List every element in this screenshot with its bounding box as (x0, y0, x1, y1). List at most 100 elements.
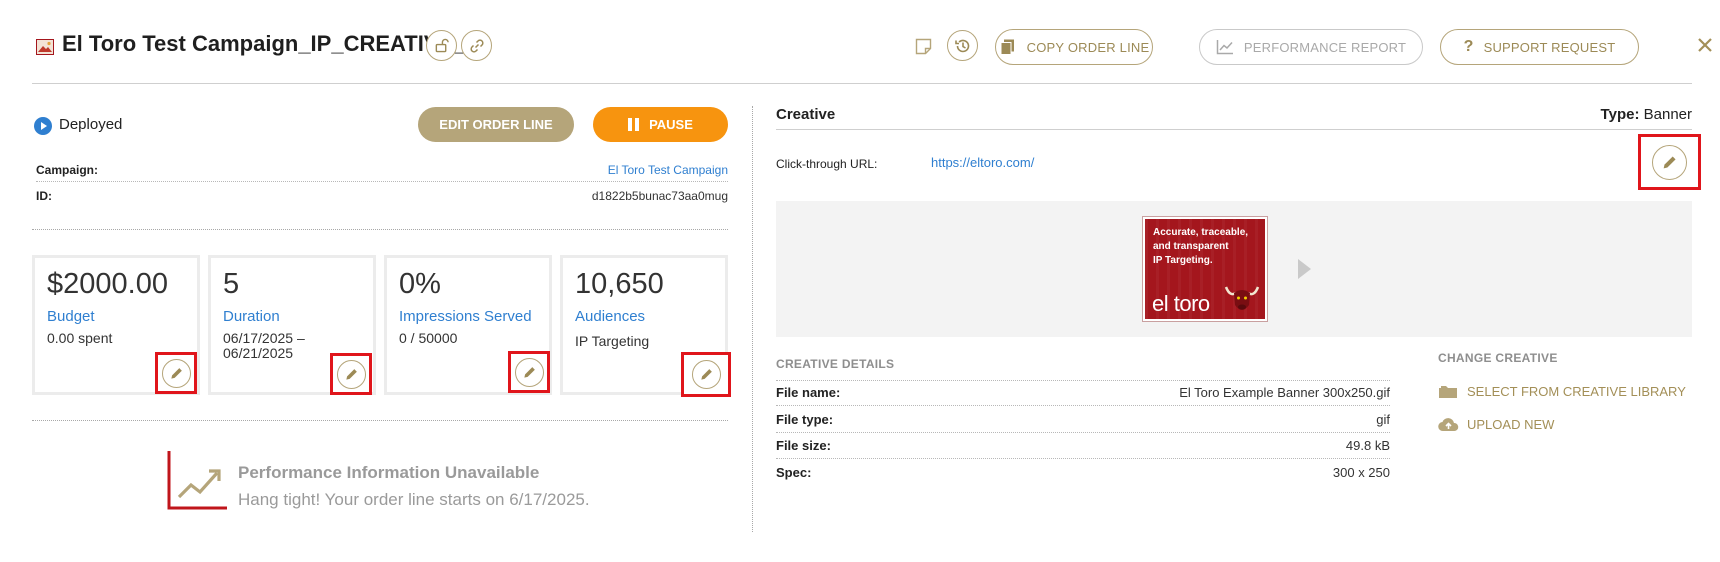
banner-text: Accurate, traceable, and transparent IP … (1153, 226, 1248, 268)
select-creative-library-link[interactable]: SELECT FROM CREATIVE LIBRARY (1438, 383, 1686, 400)
pencil-icon (170, 367, 182, 379)
pause-icon (628, 118, 640, 131)
unlock-icon (435, 38, 449, 53)
detail-row: File name: El Toro Example Banner 300x25… (776, 380, 1390, 406)
question-icon: ? (1463, 38, 1474, 55)
spec-value: 300 x 250 (1332, 464, 1390, 480)
click-through-label: Click-through URL: (776, 157, 878, 171)
detail-row: File type: gif (776, 407, 1390, 433)
edit-audiences-circle (691, 360, 721, 389)
banner-line-3: IP Targeting. (1153, 255, 1213, 266)
cloud-upload-icon (1438, 418, 1459, 432)
next-creative-arrow-icon[interactable] (1298, 259, 1311, 279)
banner-logo: el toro (1152, 291, 1210, 316)
creative-type-label: Type: (1600, 106, 1640, 123)
pencil-icon (523, 366, 535, 378)
pause-label: PAUSE (649, 117, 693, 132)
detail-row: Spec: 300 x 250 (776, 459, 1390, 485)
creative-details-heading: CREATIVE DETAILS (776, 357, 895, 371)
id-row: ID: d1822b5bunac73aa0mug (36, 184, 728, 208)
file-size-label: File size: (776, 438, 831, 453)
divider (32, 420, 728, 421)
copy-order-line-label: COPY ORDER LINE (1026, 39, 1150, 55)
lock-button[interactable] (426, 30, 457, 61)
creative-banner-image[interactable]: Accurate, traceable, and transparent IP … (1142, 216, 1268, 322)
copy-icon (1000, 39, 1014, 55)
edit-audiences-button[interactable] (681, 352, 731, 397)
file-name-label: File name: (776, 385, 841, 400)
pause-button[interactable]: PAUSE (593, 107, 728, 142)
bull-icon (1224, 286, 1260, 310)
select-creative-library-label: SELECT FROM CREATIVE LIBRARY (1467, 384, 1686, 399)
support-request-button[interactable]: ? SUPPORT REQUEST (1440, 29, 1639, 65)
campaign-label: Campaign: (36, 162, 99, 177)
banner-line-2: and transparent (1153, 241, 1229, 252)
impressions-count: 0 / 50000 (399, 330, 458, 346)
edit-creative-button[interactable] (1638, 134, 1701, 190)
performance-unavailable-title: Performance Information Unavailable (238, 463, 540, 482)
change-creative-heading: CHANGE CREATIVE (1438, 351, 1558, 365)
id-value: d1822b5bunac73aa0mug (591, 189, 728, 203)
creative-preview: Accurate, traceable, and transparent IP … (776, 201, 1692, 337)
pencil-icon (700, 369, 712, 380)
click-through-url[interactable]: https://eltoro.com/ (931, 155, 1034, 170)
modal-header: El Toro Test Campaign_IP_CREATIVE_... CO… (32, 0, 1712, 84)
audiences-label: Audiences (575, 308, 646, 325)
performance-report-button[interactable]: PERFORMANCE REPORT (1199, 29, 1423, 65)
spec-label: Spec: (776, 464, 812, 480)
edit-impressions-circle (514, 357, 544, 387)
budget-label: Budget (47, 308, 95, 325)
chart-line-icon (1216, 40, 1233, 55)
pencil-icon (1663, 155, 1676, 168)
pencil-icon (345, 368, 357, 380)
upload-new-link[interactable]: UPLOAD NEW (1438, 416, 1554, 433)
link-button[interactable] (461, 30, 492, 61)
column-divider (752, 106, 753, 532)
file-type-label: File type: (776, 412, 834, 427)
edit-duration-circle (336, 359, 366, 389)
budget-value: $2000.00 (47, 268, 168, 300)
creative-header: Creative Type: Banner (776, 104, 1692, 130)
duration-end: 06/21/2025 (223, 345, 294, 361)
detail-row: File size: 49.8 kB (776, 433, 1390, 459)
file-type-value: gif (1376, 412, 1390, 427)
folder-icon (1439, 386, 1457, 398)
creative-heading: Creative (776, 106, 836, 123)
edit-budget-circle (161, 358, 191, 388)
deployed-status-label: Deployed (59, 116, 123, 133)
edit-creative-circle (1652, 144, 1687, 180)
performance-report-label: PERFORMANCE REPORT (1243, 39, 1407, 55)
copy-order-line-button[interactable]: COPY ORDER LINE (995, 29, 1153, 65)
impressions-label: Impressions Served (399, 308, 532, 325)
file-size-value: 49.8 kB (1345, 438, 1390, 453)
duration-start: 06/17/2025 – (223, 330, 305, 346)
image-icon (36, 39, 54, 55)
link-icon (469, 38, 484, 53)
history-icon (954, 39, 969, 52)
creative-type-value: Banner (1643, 106, 1692, 123)
edit-order-line-button[interactable]: EDIT ORDER LINE (418, 107, 574, 142)
edit-duration-button[interactable] (330, 353, 372, 395)
duration-label: Duration (223, 308, 280, 325)
impressions-value: 0% (399, 268, 441, 300)
close-icon[interactable] (1694, 34, 1716, 56)
campaign-row: Campaign: El Toro Test Campaign (36, 158, 728, 182)
budget-spent: 0.00 spent (47, 330, 113, 346)
upload-new-label: UPLOAD NEW (1467, 417, 1555, 432)
file-name-value: El Toro Example Banner 300x250.gif (1179, 385, 1390, 400)
performance-unavailable-message: Hang tight! Your order line starts on 6/… (238, 490, 590, 509)
creative-type: Type: Banner (1601, 106, 1692, 123)
banner-line-1: Accurate, traceable, (1153, 227, 1249, 238)
note-icon[interactable] (915, 38, 932, 55)
edit-budget-button[interactable] (155, 352, 197, 394)
deployed-status-icon (34, 117, 52, 135)
history-button[interactable] (947, 30, 978, 61)
edit-impressions-button[interactable] (508, 351, 550, 393)
support-request-label: SUPPORT REQUEST (1483, 39, 1616, 55)
audiences-value: 10,650 (575, 268, 664, 300)
campaign-link[interactable]: El Toro Test Campaign (608, 163, 728, 177)
divider (32, 229, 728, 230)
audiences-type: IP Targeting (575, 333, 650, 349)
duration-dates: 06/17/2025 – 06/21/2025 (223, 331, 305, 361)
banner-canvas: Accurate, traceable, and transparent IP … (1145, 219, 1265, 319)
